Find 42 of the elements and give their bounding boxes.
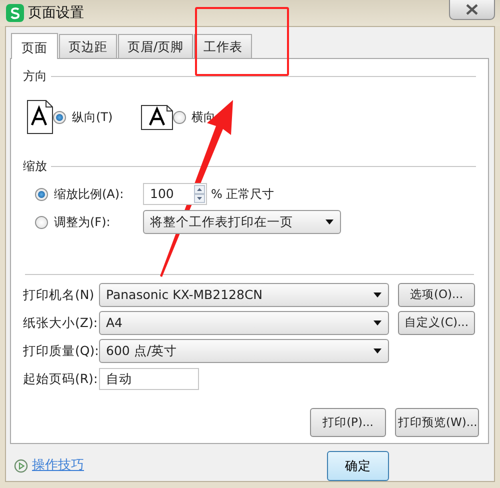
caret-icon: [325, 219, 334, 225]
close-button[interactable]: [449, 0, 495, 20]
dropdown[interactable]: A4: [99, 311, 389, 335]
spinner-arrows-icon: [194, 185, 205, 203]
window-title: 页面设置: [28, 4, 84, 22]
print-button[interactable]: 打印(P)...: [310, 408, 386, 437]
play-icon: [14, 459, 28, 473]
options-button[interactable]: 自定义(C)...: [398, 311, 475, 335]
radio-label: 纵向(T): [72, 109, 113, 126]
tab[interactable]: 页边距: [59, 34, 117, 58]
caret-icon: [373, 348, 382, 354]
radio-button[interactable]: [35, 216, 48, 228]
field-label: 纸张大小(Z):: [23, 314, 99, 332]
caret-icon: [373, 320, 382, 326]
spin-field[interactable]: 100: [143, 183, 207, 205]
dropdown[interactable]: 将整个工作表打印在一页: [143, 210, 341, 234]
radio-button[interactable]: [53, 110, 66, 124]
print-preview-button[interactable]: 打印预览(W)...: [395, 408, 479, 437]
unit-label: % 正常尺寸: [211, 186, 274, 203]
portrait-page-icon: [27, 100, 53, 134]
field-label: 打印质量(Q):: [23, 342, 99, 360]
field-label: 打印机名(N): [23, 286, 96, 304]
radio-label: 缩放比例(A):: [54, 186, 125, 203]
section-heading: 方向: [23, 68, 47, 85]
dropdown[interactable]: Panasonic KX-MB2128CN: [99, 283, 389, 307]
app-logo-icon: [6, 4, 24, 22]
landscape-page-icon: [140, 104, 173, 130]
section-heading: 缩放: [23, 158, 47, 175]
tab[interactable]: 页眉/页脚: [118, 34, 193, 58]
dropdown[interactable]: 600 点/英寸: [99, 339, 389, 363]
tab[interactable]: 工作表: [194, 34, 252, 58]
tips-link[interactable]: 操作技巧: [32, 456, 84, 476]
radio-label: 调整为(F):: [54, 214, 112, 231]
tab[interactable]: 页面: [11, 33, 58, 59]
text-field[interactable]: 自动: [99, 368, 199, 390]
radio-button[interactable]: [172, 110, 186, 124]
field-label: 起始页码(R):: [23, 370, 99, 388]
close-icon: [466, 4, 478, 15]
options-button[interactable]: 选项(O)...: [398, 283, 475, 307]
ok-button[interactable]: 确定: [327, 451, 389, 481]
caret-icon: [373, 292, 382, 298]
radio-button[interactable]: [35, 188, 48, 200]
